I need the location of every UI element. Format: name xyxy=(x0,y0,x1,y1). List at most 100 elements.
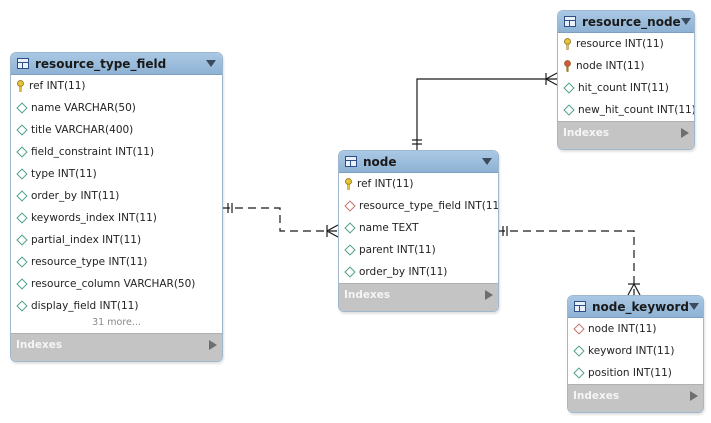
table-column[interactable]: resource_type_field INT(11) xyxy=(339,195,498,217)
table-column[interactable]: partial_index INT(11) xyxy=(11,229,222,251)
column-label: name TEXT xyxy=(359,222,419,234)
column-diamond-icon xyxy=(344,244,356,256)
collapse-arrow-icon[interactable] xyxy=(688,303,699,310)
column-diamond-icon xyxy=(16,300,28,312)
primary-key-icon xyxy=(564,38,571,50)
column-label: ref INT(11) xyxy=(357,178,414,190)
relationship-node-to-node-keyword[interactable] xyxy=(497,226,641,296)
diagram-canvas: resource_type_field ref INT(11) name VARC… xyxy=(0,0,711,423)
column-label: node INT(11) xyxy=(576,60,645,72)
table-icon xyxy=(574,301,586,312)
table-footer xyxy=(11,355,222,361)
table-column[interactable]: ref INT(11) xyxy=(339,173,498,195)
table-header[interactable]: resource_node xyxy=(558,11,694,33)
column-label: position INT(11) xyxy=(588,367,672,379)
primary-key-icon xyxy=(17,80,24,92)
column-label: node INT(11) xyxy=(588,323,657,335)
table-node-keyword[interactable]: node_keyword node INT(11) keyword INT(11)… xyxy=(567,295,704,413)
table-column[interactable]: new_hit_count INT(11) xyxy=(558,99,694,121)
table-column[interactable]: type INT(11) xyxy=(11,163,222,185)
table-column[interactable]: title VARCHAR(400) xyxy=(11,119,222,141)
column-label: name VARCHAR(50) xyxy=(31,102,136,114)
table-column[interactable]: ref INT(11) xyxy=(11,75,222,97)
table-column[interactable]: resource_column VARCHAR(50) xyxy=(11,273,222,295)
column-diamond-icon xyxy=(16,102,28,114)
indexes-label: Indexes xyxy=(16,338,63,351)
column-diamond-icon xyxy=(16,278,28,290)
more-columns-link[interactable]: 31 more... xyxy=(11,317,222,333)
column-diamond-icon xyxy=(563,104,575,116)
expand-arrow-icon[interactable] xyxy=(690,390,698,401)
column-label: partial_index INT(11) xyxy=(31,234,142,246)
column-label: title VARCHAR(400) xyxy=(31,124,134,136)
table-column[interactable]: position INT(11) xyxy=(568,362,703,384)
table-column[interactable]: keyword INT(11) xyxy=(568,340,703,362)
table-column[interactable]: resource INT(11) xyxy=(558,33,694,55)
expand-arrow-icon[interactable] xyxy=(485,289,493,300)
relationship-resource-type-field-to-node[interactable] xyxy=(222,203,339,238)
expand-arrow-icon[interactable] xyxy=(681,127,689,138)
column-label: keywords_index INT(11) xyxy=(31,212,157,224)
column-diamond-icon xyxy=(344,222,356,234)
primary-key-icon xyxy=(345,178,352,190)
column-diamond-icon xyxy=(16,168,28,180)
column-label: order_by INT(11) xyxy=(31,190,120,202)
table-icon xyxy=(345,156,357,167)
column-diamond-icon xyxy=(563,82,575,94)
table-node[interactable]: node ref INT(11) resource_type_field INT(… xyxy=(338,150,499,312)
indexes-section[interactable]: Indexes xyxy=(11,333,222,355)
table-column[interactable]: node INT(11) xyxy=(568,318,703,340)
table-column[interactable]: name TEXT xyxy=(339,217,498,239)
table-column[interactable]: display_field INT(11) xyxy=(11,295,222,317)
indexes-section[interactable]: Indexes xyxy=(339,283,498,305)
collapse-arrow-icon[interactable] xyxy=(680,18,691,25)
foreign-primary-key-icon xyxy=(564,60,571,72)
table-header[interactable]: node xyxy=(339,151,498,173)
table-footer xyxy=(558,143,694,149)
table-icon xyxy=(17,58,29,69)
table-column[interactable]: node INT(11) xyxy=(558,55,694,77)
column-diamond-icon xyxy=(573,345,585,357)
column-diamond-icon xyxy=(16,212,28,224)
collapse-arrow-icon[interactable] xyxy=(206,60,216,67)
indexes-section[interactable]: Indexes xyxy=(558,121,694,143)
column-diamond-icon xyxy=(16,256,28,268)
indexes-label: Indexes xyxy=(344,288,391,301)
table-title: node xyxy=(363,154,397,169)
table-column[interactable]: keywords_index INT(11) xyxy=(11,207,222,229)
indexes-section[interactable]: Indexes xyxy=(568,384,703,406)
table-icon xyxy=(564,16,576,27)
table-column[interactable]: resource_type INT(11) xyxy=(11,251,222,273)
column-diamond-icon xyxy=(16,124,28,136)
table-column[interactable]: field_constraint INT(11) xyxy=(11,141,222,163)
column-diamond-icon xyxy=(573,367,585,379)
column-diamond-icon xyxy=(16,146,28,158)
table-title: resource_type_field xyxy=(35,56,167,71)
column-diamond-icon xyxy=(344,266,356,278)
table-column[interactable]: order_by INT(11) xyxy=(339,261,498,283)
table-resource-node[interactable]: resource_node resource INT(11) node INT(1… xyxy=(557,10,695,150)
collapse-arrow-icon[interactable] xyxy=(482,158,492,165)
expand-arrow-icon[interactable] xyxy=(209,339,217,350)
column-label: parent INT(11) xyxy=(359,244,436,256)
column-label: hit_count INT(11) xyxy=(578,82,669,94)
table-title: resource_node xyxy=(582,14,681,29)
table-column[interactable]: hit_count INT(11) xyxy=(558,77,694,99)
column-list: ref INT(11) resource_type_field INT(11) na… xyxy=(339,173,498,283)
table-column[interactable]: name VARCHAR(50) xyxy=(11,97,222,119)
table-header[interactable]: resource_type_field xyxy=(11,53,222,75)
indexes-label: Indexes xyxy=(563,126,610,139)
column-list: resource INT(11) node INT(11) hit_count IN… xyxy=(558,33,694,121)
column-list: node INT(11) keyword INT(11) position INT(… xyxy=(568,318,703,384)
relationship-node-to-resource-node[interactable] xyxy=(412,72,558,150)
column-label: display_field INT(11) xyxy=(31,300,139,312)
column-diamond-icon xyxy=(16,234,28,246)
column-label: new_hit_count INT(11) xyxy=(578,104,695,116)
table-header[interactable]: node_keyword xyxy=(568,296,703,318)
column-label: field_constraint INT(11) xyxy=(31,146,155,158)
table-column[interactable]: parent INT(11) xyxy=(339,239,498,261)
column-list: ref INT(11) name VARCHAR(50) title VARCHAR… xyxy=(11,75,222,317)
table-resource-type-field[interactable]: resource_type_field ref INT(11) name VARC… xyxy=(10,52,223,362)
table-column[interactable]: order_by INT(11) xyxy=(11,185,222,207)
column-label: keyword INT(11) xyxy=(588,345,675,357)
